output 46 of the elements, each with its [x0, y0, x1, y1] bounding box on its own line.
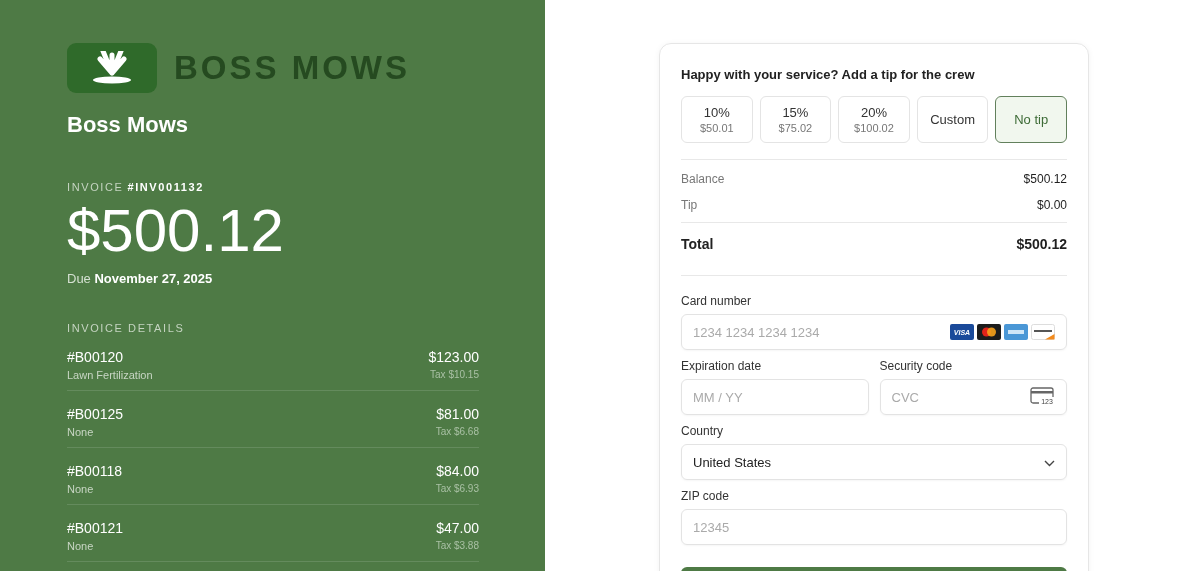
item-description: None	[67, 483, 95, 495]
tip-prompt: Happy with your service? Add a tip for the crew	[681, 67, 976, 82]
chevron-down-icon	[1044, 459, 1055, 467]
field-label: Country	[681, 424, 725, 438]
country-select[interactable]: United States	[681, 444, 1067, 480]
summary-label: Tip	[681, 198, 698, 212]
item-description: None	[67, 540, 95, 552]
card-brand-icon	[977, 324, 1001, 340]
field-label: Expiration date	[681, 359, 763, 373]
summary-label: Balance	[681, 172, 725, 186]
card-brand-icon	[1004, 324, 1028, 340]
item-id: #B00118	[67, 463, 122, 479]
field-label: Card number	[681, 294, 753, 308]
item-tax: Tax $3.88	[435, 540, 479, 551]
field-label: ZIP code	[681, 489, 730, 503]
item-amount: $81.00	[436, 406, 479, 422]
summary-value: $500.12	[1016, 236, 1067, 252]
tip-option[interactable]: 10% $50.01	[681, 96, 753, 143]
item-id: #B00120	[67, 349, 125, 365]
tip-option[interactable]: 20% $100.02	[838, 96, 910, 143]
merchant-name: Boss Mows	[67, 112, 190, 138]
item-description: Lawn Fertilization	[67, 369, 153, 381]
field-label: Security code	[879, 359, 954, 373]
item-tax: Tax $10.15	[430, 369, 479, 380]
item-amount: $123.00	[428, 349, 479, 365]
tip-option[interactable]: Custom	[916, 96, 989, 143]
invoice-number: #INV001132	[127, 181, 204, 193]
sprout-icon	[90, 51, 134, 85]
tip-option[interactable]: No tip	[995, 96, 1067, 143]
item-tax: Tax $6.93	[435, 483, 479, 494]
item-tax: Tax $6.68	[435, 426, 479, 437]
card-brand-icon	[1031, 324, 1055, 340]
summary-value: $500.12	[1023, 172, 1067, 186]
item-amount: $47.00	[436, 520, 479, 536]
invoice-amount: $500.12	[67, 200, 285, 262]
summary-label: Total	[681, 236, 714, 252]
item-id: #B00121	[67, 520, 124, 536]
section-heading: INVOICE DETAILS	[67, 322, 186, 334]
item-description: None	[67, 426, 95, 438]
item-id: #B00125	[67, 406, 124, 422]
item-amount: $84.00	[436, 463, 479, 479]
invoice-label: INVOICE	[67, 181, 124, 193]
tip-option[interactable]: 15% $75.02	[759, 96, 832, 143]
due-date: November 27, 2025	[94, 271, 213, 286]
summary-value: $0.00	[1036, 198, 1067, 212]
due-label: Due	[67, 271, 91, 286]
